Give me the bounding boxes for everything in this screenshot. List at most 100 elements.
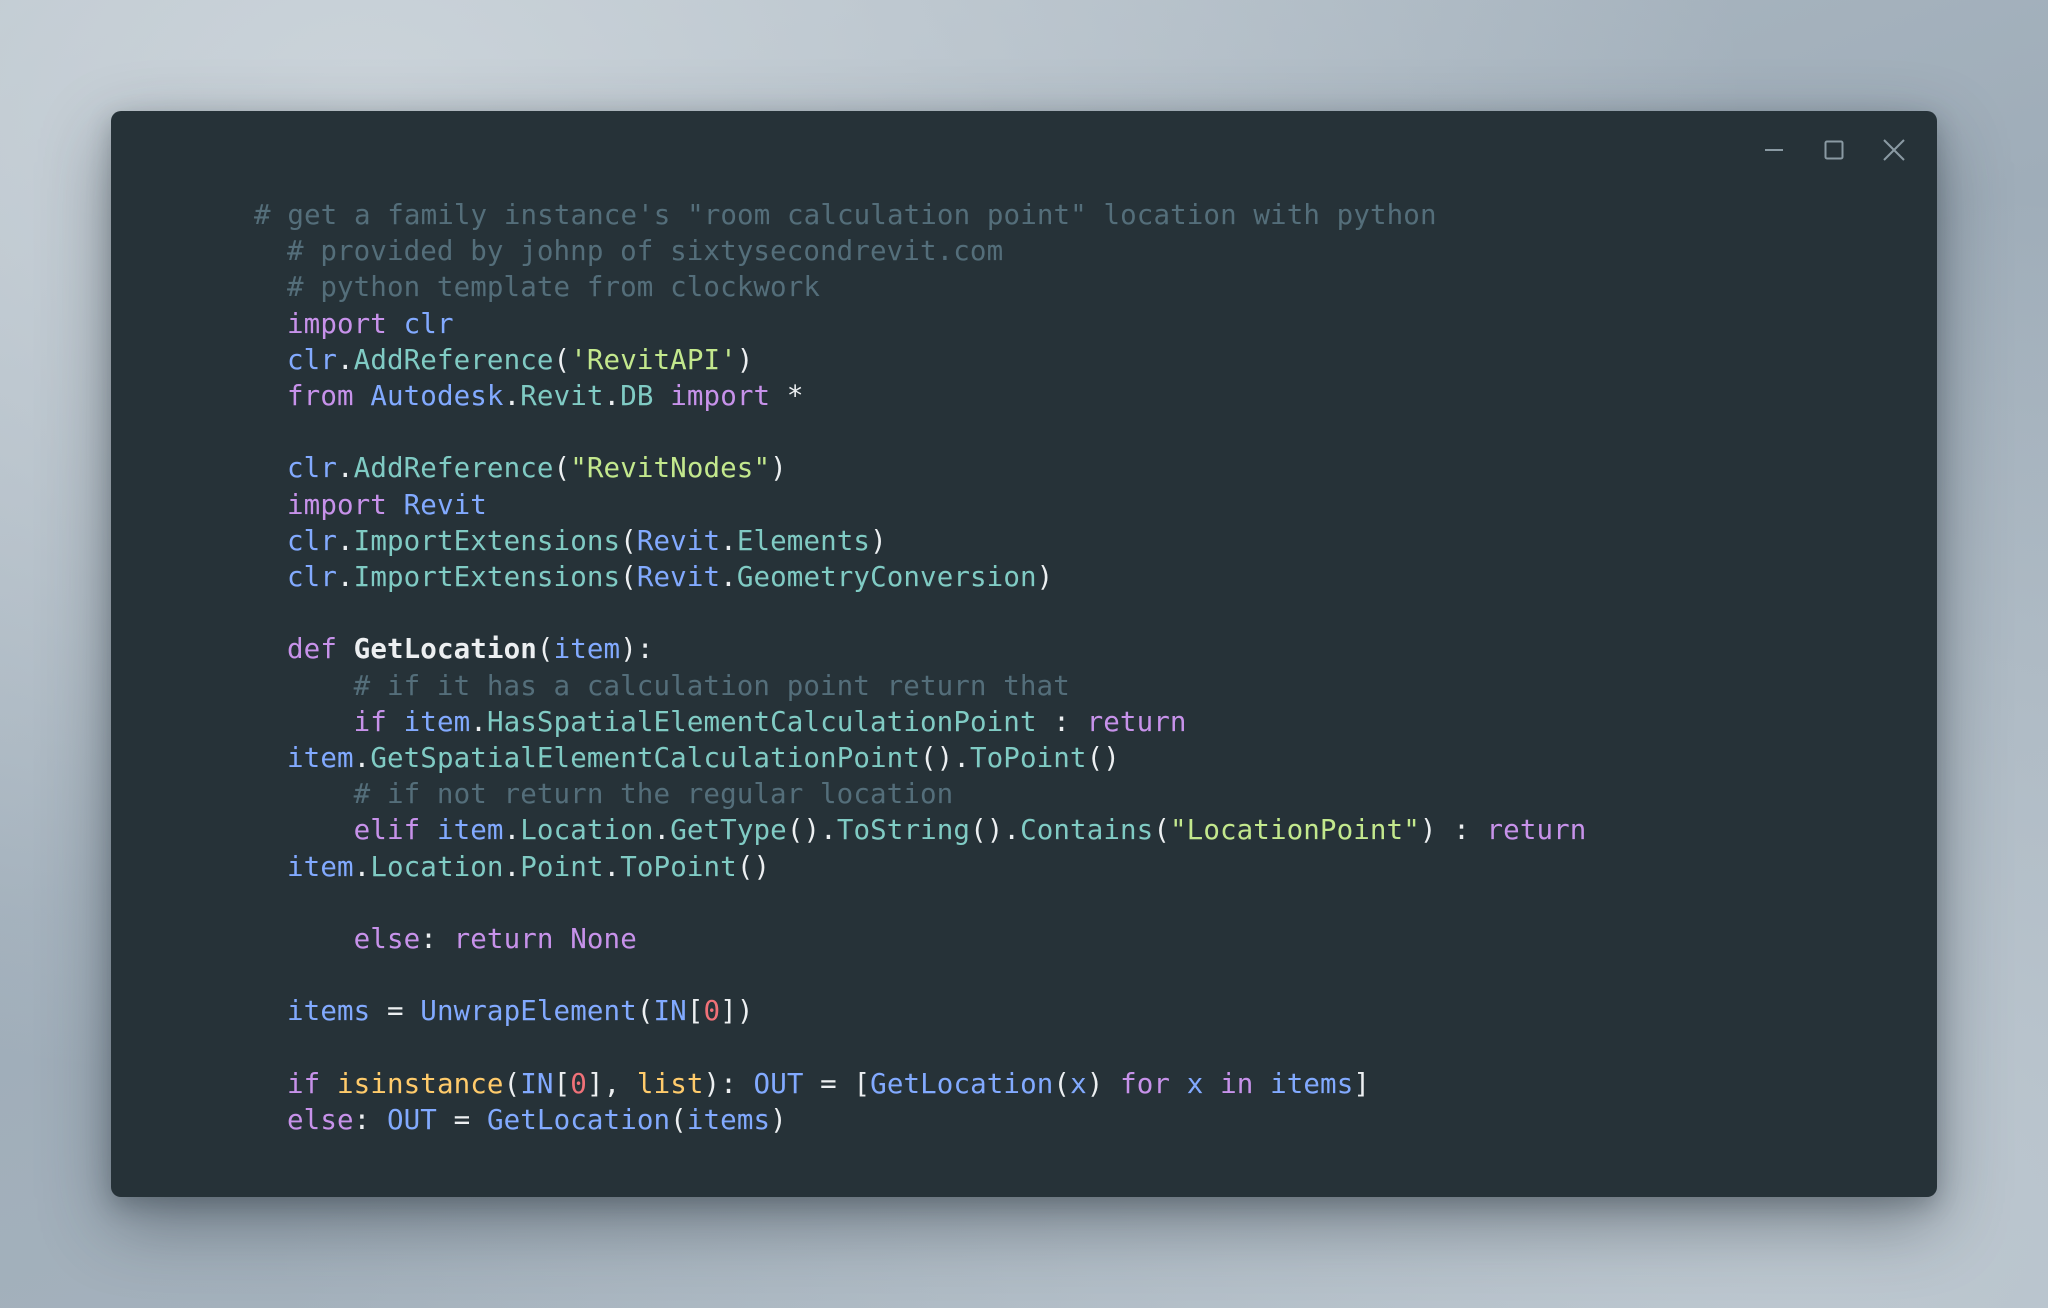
code-token: ] xyxy=(1353,1067,1371,1100)
code-line: from Autodesk.Revit.DB import * xyxy=(287,380,804,412)
code-token: = xyxy=(370,995,421,1028)
code-token: ToPoint xyxy=(620,850,737,883)
code-token: item xyxy=(436,814,504,847)
code-token: ( xyxy=(1153,814,1171,847)
code-line: clr.ImportExtensions(Revit.Elements) xyxy=(287,525,887,557)
code-token: . xyxy=(503,814,521,847)
code-token: if xyxy=(353,705,387,738)
code-token: . xyxy=(720,524,737,557)
code-token: OUT xyxy=(753,1067,804,1100)
code-token: Revit xyxy=(403,488,487,521)
close-button[interactable] xyxy=(1877,133,1911,167)
code-token: None xyxy=(570,923,637,956)
code-token: : xyxy=(420,923,454,956)
code-token: ) xyxy=(770,1104,787,1137)
code-token: clr xyxy=(287,452,337,485)
code-token: ) xyxy=(870,524,887,557)
code-token: . xyxy=(353,850,371,883)
code-token: GetType xyxy=(670,814,787,847)
code-token: . xyxy=(820,814,837,847)
code-token: if xyxy=(287,1067,321,1100)
code-token: ( xyxy=(503,1067,521,1100)
code-token: x xyxy=(1070,1067,1087,1100)
code-token: . xyxy=(1003,814,1021,847)
code-token: AddReference xyxy=(353,452,554,485)
code-token: ) xyxy=(1086,1067,1121,1100)
code-token: IN xyxy=(520,1067,554,1100)
code-token: ImportExtensions xyxy=(353,524,621,557)
code-token: ( xyxy=(553,343,571,376)
code-token: # python template from clockwork xyxy=(287,271,821,304)
code-token: Revit xyxy=(636,524,721,557)
code-token: 0 xyxy=(703,995,721,1028)
code-token: () xyxy=(1086,742,1120,775)
code-token: clr xyxy=(287,524,337,557)
code-token: return xyxy=(1486,814,1587,847)
maximize-icon xyxy=(1821,137,1847,163)
code-token: ], xyxy=(586,1067,637,1100)
code-line: import clr xyxy=(287,308,454,340)
code-line: # if not return the regular location xyxy=(287,778,954,810)
code-line: clr.ImportExtensions(Revit.GeometryConve… xyxy=(287,561,1053,593)
code-token: return xyxy=(453,923,554,956)
code-token: () xyxy=(786,814,821,847)
code-line: # get a family instance's "room calculat… xyxy=(254,199,1437,231)
code-line: else: OUT = GetLocation(items) xyxy=(287,1104,787,1136)
code-token: . xyxy=(336,524,354,557)
code-token: . xyxy=(953,742,970,775)
code-line: if item.HasSpatialElementCalculationPoin… xyxy=(287,706,1203,774)
code-token: ImportExtensions xyxy=(353,561,621,594)
maximize-button[interactable] xyxy=(1817,133,1851,167)
code-token: import xyxy=(670,380,771,413)
code-token: ( xyxy=(670,1104,687,1137)
close-icon xyxy=(1879,135,1909,165)
code-token: : xyxy=(353,1104,387,1137)
code-token: "LocationPoint" xyxy=(1170,814,1420,847)
code-token: UnwrapElement xyxy=(420,995,637,1028)
code-token: . xyxy=(603,380,621,413)
code-line: clr.AddReference("RevitNodes") xyxy=(287,452,787,484)
code-token: GetLocation xyxy=(353,633,537,666)
code-token: () xyxy=(736,850,771,883)
code-token: ) xyxy=(1036,561,1054,594)
code-token: AddReference xyxy=(353,343,554,376)
code-line: def GetLocation(item): xyxy=(287,633,654,665)
code-token: list xyxy=(636,1067,704,1100)
code-token: . xyxy=(336,452,354,485)
code-line: # python template from clockwork xyxy=(287,271,820,303)
code-line: # if it has a calculation point return t… xyxy=(287,670,1070,702)
code-token: item xyxy=(553,633,621,666)
code-token: . xyxy=(470,705,487,738)
code-token: from xyxy=(287,380,354,413)
code-editor-area[interactable]: # get a family instance's "room calculat… xyxy=(111,197,1937,1197)
code-line: else: return None xyxy=(287,923,637,955)
window-titlebar[interactable] xyxy=(111,111,1937,197)
code-token: ( xyxy=(620,524,637,557)
code-token: def xyxy=(287,633,337,666)
code-token: 0 xyxy=(570,1067,587,1100)
code-token: ToPoint xyxy=(969,742,1087,775)
code-token: # if it has a calculation point return t… xyxy=(287,669,1070,702)
source-code[interactable]: # get a family instance's "room calculat… xyxy=(254,197,1899,1138)
code-token: ( xyxy=(1053,1067,1071,1100)
code-token: . xyxy=(720,561,737,594)
code-token: IN xyxy=(653,995,687,1028)
minimize-button[interactable] xyxy=(1757,133,1791,167)
code-line: if isinstance(IN[0], list): OUT = [GetLo… xyxy=(287,1068,1370,1100)
code-token: x xyxy=(1186,1067,1204,1100)
code-token: items xyxy=(287,995,371,1028)
code-token: GetLocation xyxy=(486,1104,671,1137)
code-token: Location xyxy=(370,850,504,883)
code-token: for xyxy=(1120,1067,1171,1100)
code-token: . xyxy=(503,850,521,883)
